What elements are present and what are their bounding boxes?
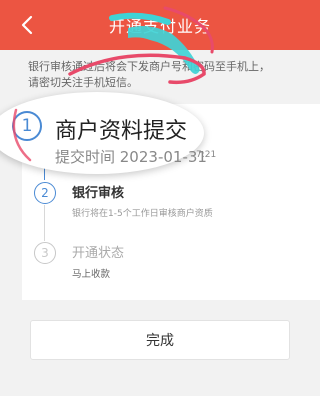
step-1-time: 提交时间 2023-01-31: [55, 148, 207, 166]
back-button[interactable]: [14, 10, 40, 40]
header-bar: 开通支付业务: [0, 0, 320, 50]
step-2-title: 银行审核: [72, 186, 125, 201]
step-connector: [44, 205, 45, 241]
page-title: 开通支付业务: [108, 17, 211, 36]
step-1-time-tail: 7:21: [196, 150, 217, 160]
step-2-circle: 2: [34, 182, 56, 204]
step-2-desc: 银行将在1-5个工作日审核商户资质: [72, 209, 213, 219]
notice-line-1: 银行审核通过后将会下发商户号和密码至手机上，: [28, 60, 270, 73]
step-3-circle: 3: [34, 242, 56, 264]
step-1-circle: 1: [12, 111, 42, 141]
done-button[interactable]: 完成: [30, 320, 290, 360]
notice-text: 银行审核通过后将会下发商户号和密码至手机上， 请密切关注手机短信。: [0, 50, 320, 100]
step-3-desc: 马上收款: [72, 269, 111, 280]
notice-line-2: 请密切关注手机短信。: [28, 76, 138, 89]
step-1-title: 商户资料提交: [55, 119, 188, 144]
chevron-left-icon: [21, 15, 33, 35]
step-3-title: 开通状态: [72, 246, 125, 261]
